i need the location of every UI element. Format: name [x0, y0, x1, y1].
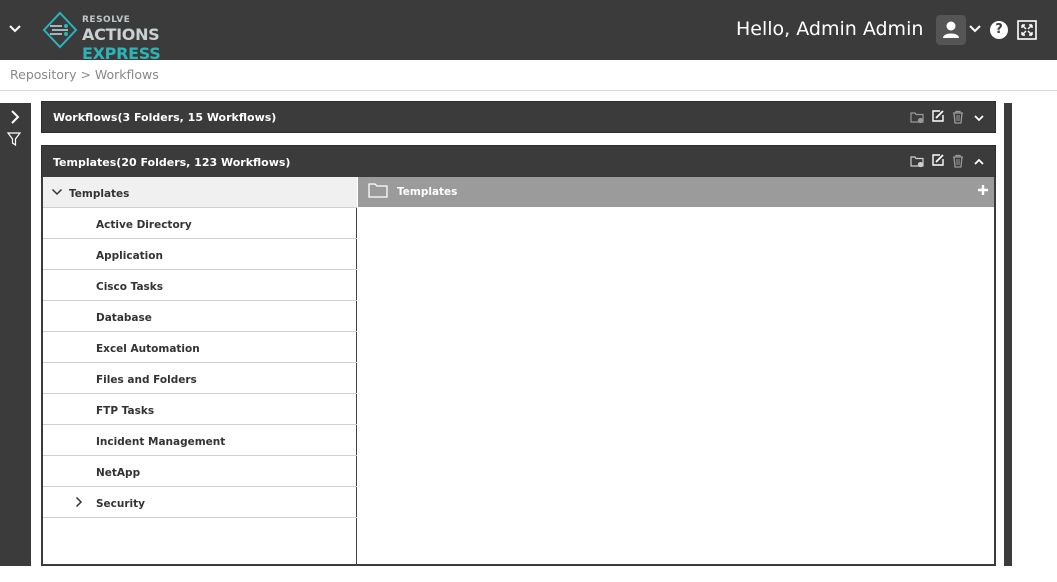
tree-item-label: Security [96, 498, 146, 510]
tree-item-cisco-tasks[interactable]: Cisco Tasks [43, 270, 357, 301]
tree-item-label: Application [96, 250, 163, 262]
tree-item-security[interactable]: Security [43, 487, 357, 518]
chevron-down-icon[interactable] [972, 111, 986, 125]
tree-item-label: Files and Folders [96, 374, 197, 386]
left-rail [0, 103, 31, 566]
tree-item-label: Excel Automation [96, 343, 200, 355]
chevron-right-icon[interactable] [73, 496, 85, 508]
tree-item-label: Active Directory [96, 219, 192, 231]
content-header-label: Templates [397, 186, 458, 198]
folder-tree: Templates Active Directory Application C… [43, 177, 357, 566]
logo-top-text: RESOLVE [82, 15, 131, 25]
delete-icon[interactable] [951, 154, 965, 168]
content-header: Templates [358, 177, 994, 207]
templates-panel-title: Templates(20 Folders, 123 Workflows) [53, 156, 291, 169]
workflows-panel-header[interactable]: Workflows(3 Folders, 15 Workflows) [41, 101, 996, 133]
tree-item-ftp-tasks[interactable]: FTP Tasks [43, 394, 357, 425]
fullscreen-icon[interactable] [1017, 20, 1037, 40]
logo-text: ACTIONS EXPRESS [82, 25, 222, 63]
tree-item-label: FTP Tasks [96, 405, 155, 417]
tree-item-active-directory[interactable]: Active Directory [43, 208, 357, 239]
edit-icon[interactable] [931, 109, 945, 123]
templates-panel-header[interactable]: Templates(20 Folders, 123 Workflows) [41, 145, 996, 178]
logo-icon [42, 11, 78, 49]
tree-root[interactable]: Templates [43, 177, 357, 208]
collapse-icon[interactable] [972, 155, 986, 169]
help-icon[interactable]: ? [990, 21, 1008, 39]
top-bar: RESOLVE ACTIONS EXPRESS Hello, Admin Adm… [0, 0, 1057, 63]
delete-icon[interactable] [951, 110, 965, 124]
templates-panel-body: Templates Active Directory Application C… [41, 177, 996, 566]
workflows-panel-title: Workflows(3 Folders, 15 Workflows) [53, 111, 277, 124]
edit-icon[interactable] [931, 153, 945, 167]
tree-item-application[interactable]: Application [43, 239, 357, 270]
logo: RESOLVE ACTIONS EXPRESS [42, 11, 222, 63]
menu-chevron-icon[interactable] [6, 20, 24, 38]
tree-root-label: Templates [69, 188, 130, 200]
logo-main-text: ACTIONS [82, 25, 160, 44]
new-folder-icon[interactable] [910, 154, 924, 168]
greeting: Hello, Admin Admin [736, 18, 924, 40]
chevron-down-icon[interactable] [968, 22, 982, 36]
tree-item-database[interactable]: Database [43, 301, 357, 332]
tree-item-netapp[interactable]: NetApp [43, 456, 357, 487]
tree-item-label: Cisco Tasks [96, 281, 164, 293]
tree-item-incident-management[interactable]: Incident Management [43, 425, 357, 456]
chevron-down-icon[interactable] [51, 186, 63, 198]
filter-icon[interactable] [7, 132, 21, 146]
logo-accent-text: EXPRESS [82, 44, 161, 63]
breadcrumb[interactable]: Repository > Workflows [10, 67, 159, 82]
user-icon [943, 21, 959, 38]
divider [0, 90, 1057, 91]
tree-item-label: NetApp [96, 467, 141, 479]
folder-icon [368, 183, 388, 198]
expand-rail-icon[interactable] [7, 109, 23, 125]
scrollbar[interactable] [1004, 103, 1012, 566]
tree-item-excel-automation[interactable]: Excel Automation [43, 332, 357, 363]
tree-item-label: Database [96, 312, 152, 324]
user-menu-button[interactable] [936, 15, 966, 45]
tree-item-label: Incident Management [96, 436, 226, 448]
plus-icon[interactable] [976, 183, 990, 197]
tree-item-files-and-folders[interactable]: Files and Folders [43, 363, 357, 394]
new-folder-icon[interactable] [910, 110, 924, 124]
